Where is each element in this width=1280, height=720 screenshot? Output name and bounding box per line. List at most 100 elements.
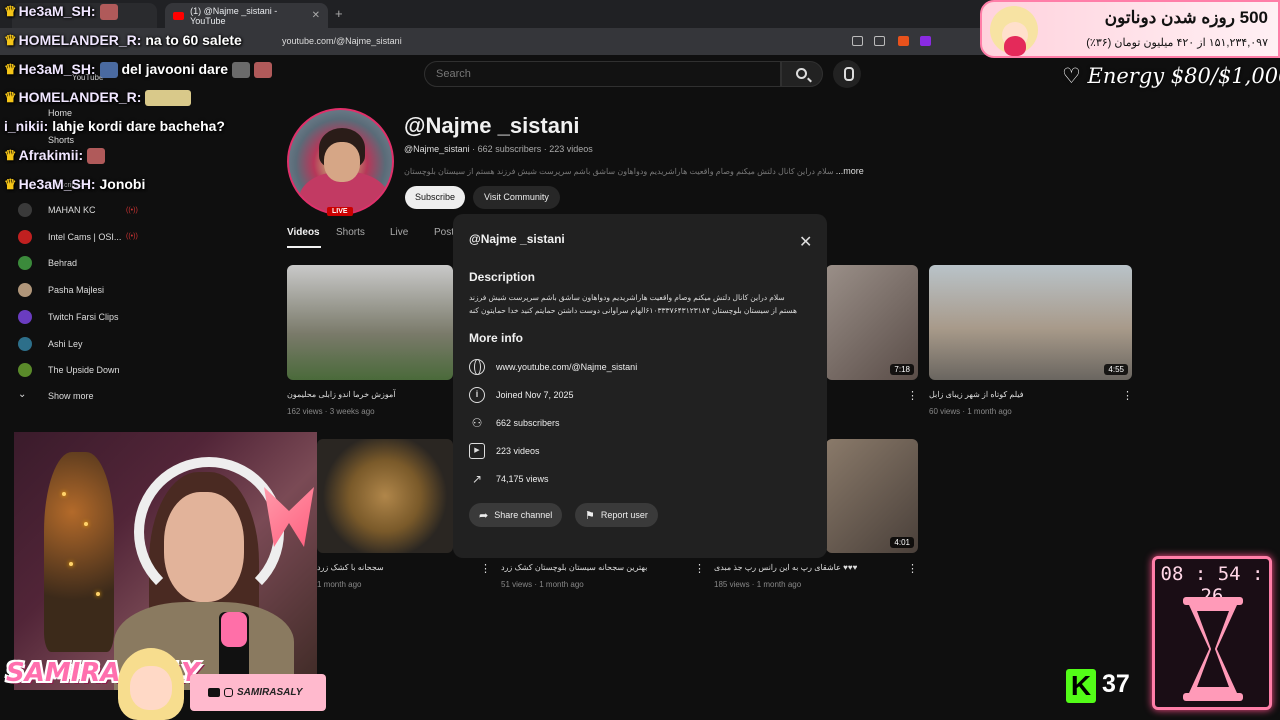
crown-icon: ♛ [4, 176, 17, 192]
chat-message: ♛ He3aM_SH: Jonobi [4, 176, 145, 193]
sidebar-subscription-label: Intel Cams | OSI... [48, 231, 122, 242]
visit-community-button[interactable]: Visit Community [473, 186, 560, 209]
chat-message: ♛ He3aM_SH: [4, 3, 118, 21]
more-link[interactable]: ...more [836, 166, 864, 176]
subscribe-button[interactable]: Subscribe [405, 186, 466, 209]
donation-title: 500 روزه شدن دوناتون [1104, 8, 1268, 27]
share-channel-label: Share channel [494, 510, 553, 520]
url-text[interactable]: youtube.com/@Najme_sistani [282, 36, 402, 46]
search-button[interactable] [781, 61, 823, 87]
video-thumbnail[interactable]: 4:55 [929, 265, 1132, 380]
crown-icon: ♛ [4, 89, 17, 105]
video-thumbnail[interactable]: 4:01 [826, 439, 918, 553]
browser-tab-youtube[interactable]: (1) @Najme _sistani - YouTube ✕ [165, 3, 328, 28]
chat-username: He3aM_SH: [18, 3, 96, 19]
voice-search-icon[interactable] [833, 60, 861, 88]
video-title[interactable]: عاشقای رپ به این رانس رپ جذ مبدی ♥♥♥ [714, 563, 857, 572]
chat-username: He3aM_SH: [18, 61, 96, 77]
channel-avatar[interactable] [287, 108, 394, 215]
chat-text: na to 60 salete [145, 32, 242, 48]
emote-icon [145, 90, 192, 107]
more-options-icon[interactable]: ⋮ [907, 562, 918, 575]
sidebar-subscription-label: The Upside Down [48, 365, 120, 376]
channel-meta: @Najme_sistani · 662 subscribers · 223 v… [404, 144, 593, 154]
video-thumbnail[interactable] [317, 439, 453, 553]
video-title[interactable]: آموزش خرما اندو زابلی محلیمون [287, 390, 396, 399]
share-channel-button[interactable]: ➦ Share channel [469, 503, 563, 527]
show-more-button[interactable]: ⌄ Show more [0, 383, 160, 409]
chat-text: Jonobi [99, 176, 146, 192]
channel-description-text: سلام دراین کانال دلتش میکنم وصام واقعیت … [404, 167, 834, 176]
crown-icon: ♛ [4, 147, 17, 163]
new-tab-button[interactable]: + [335, 6, 343, 21]
chat-username: HOMELANDER_R: [18, 89, 142, 105]
search-input[interactable]: Search [424, 61, 781, 87]
share-icon[interactable] [874, 36, 885, 46]
search-icon [796, 68, 807, 79]
views-row: ↗ 74,175 views [469, 471, 549, 487]
report-user-label: Report user [600, 510, 648, 520]
cartoon-mascot [118, 648, 184, 720]
video-age: 1 month ago [317, 580, 362, 589]
sidebar-subscription-item[interactable]: Pasha Majlesi [0, 277, 160, 303]
channel-link-row[interactable]: www.youtube.com/@Najme_sistani [469, 359, 637, 375]
more-options-icon[interactable]: ⋮ [1122, 389, 1133, 402]
chat-message: ♛ Afrakimii: [4, 147, 106, 165]
sidebar-subscription-item[interactable]: Behrad [0, 250, 160, 276]
video-thumbnail[interactable]: 7:18 [826, 265, 918, 380]
tree-light [96, 592, 100, 596]
sidebar-subscription-item[interactable]: Twitch Farsi Clips [0, 304, 160, 330]
video-title[interactable]: فیلم کوتاه از شهر زیبای زابل [929, 390, 1024, 399]
video-duration: 4:55 [1104, 364, 1128, 375]
video-views: 60 views [929, 407, 961, 416]
sidebar-subscription-item[interactable]: Ashi Ley [0, 331, 160, 357]
browser-tab-title: (1) @Najme _sistani - YouTube [190, 5, 278, 26]
chat-username: HOMELANDER_R: [18, 32, 142, 48]
share-icon: ➦ [479, 509, 489, 522]
video-meta: 185 views · 1 month ago [714, 580, 802, 589]
tab-videos[interactable]: Videos [287, 227, 320, 238]
sidebar-subscription-label: MAHAN KC [48, 205, 96, 215]
channel-avatar-icon [18, 229, 32, 244]
live-indicator-icon: ((•)) [126, 233, 138, 241]
channel-avatar-icon [18, 336, 32, 351]
channel-link[interactable]: www.youtube.com/@Najme_sistani [496, 362, 637, 372]
emote-icon [232, 62, 251, 79]
chat-username: i_nikii: [4, 118, 49, 134]
video-meta: 162 views · 3 weeks ago [287, 407, 375, 416]
chevron-down-icon: ⌄ [18, 389, 27, 400]
sidebar-subscription-item[interactable]: Intel Cams | OSI... ((•)) [0, 224, 160, 250]
more-options-icon[interactable]: ⋮ [694, 562, 705, 575]
brave-shield-icon[interactable] [898, 36, 909, 46]
energy-goal-text: ♡ Energy $80/$1,000 [1062, 64, 1280, 88]
tab-live[interactable]: Live [390, 227, 408, 238]
video-age: 1 month ago [539, 580, 584, 589]
social-handle: SAMIRASALY [237, 687, 303, 698]
video-title[interactable]: سجحانه با کشک زرد [317, 563, 384, 572]
close-tab-icon[interactable]: ✕ [312, 10, 320, 21]
cast-icon[interactable] [852, 36, 863, 46]
channel-description[interactable]: سلام دراین کانال دلتش میکنم وصام واقعیت … [404, 166, 864, 176]
hourglass-icon [1183, 597, 1243, 701]
video-age: 3 weeks ago [329, 407, 375, 416]
video-age: 1 month ago [756, 580, 802, 589]
description-heading: Description [469, 270, 536, 284]
chat-username: He3aM_SH: [18, 176, 96, 192]
sidebar-subscription-item[interactable]: MAHAN KC ((•)) [0, 197, 160, 223]
christmas-tree [44, 452, 114, 652]
more-options-icon[interactable]: ⋮ [480, 562, 491, 575]
tab-shorts[interactable]: Shorts [336, 227, 365, 238]
close-icon[interactable]: ✕ [799, 232, 812, 252]
more-options-icon[interactable]: ⋮ [907, 389, 918, 402]
video-thumbnail[interactable] [287, 265, 453, 380]
tree-light [84, 522, 88, 526]
live-badge[interactable]: LIVE [327, 207, 353, 216]
video-title[interactable]: بهترین سجحانه سیستان بلوچستان کشک زرد [501, 563, 647, 572]
description-text: سلام دراین کانال دلتش میکنم وصام واقعیت … [469, 293, 797, 315]
sidebar-subscription-label: Behrad [48, 258, 78, 269]
hourglass-top [1183, 597, 1243, 605]
report-user-button[interactable]: ⚑ Report user [575, 503, 658, 527]
flag-icon: ⚑ [585, 509, 595, 522]
extension-icon[interactable] [920, 36, 931, 46]
sidebar-subscription-item[interactable]: The Upside Down [0, 357, 160, 383]
